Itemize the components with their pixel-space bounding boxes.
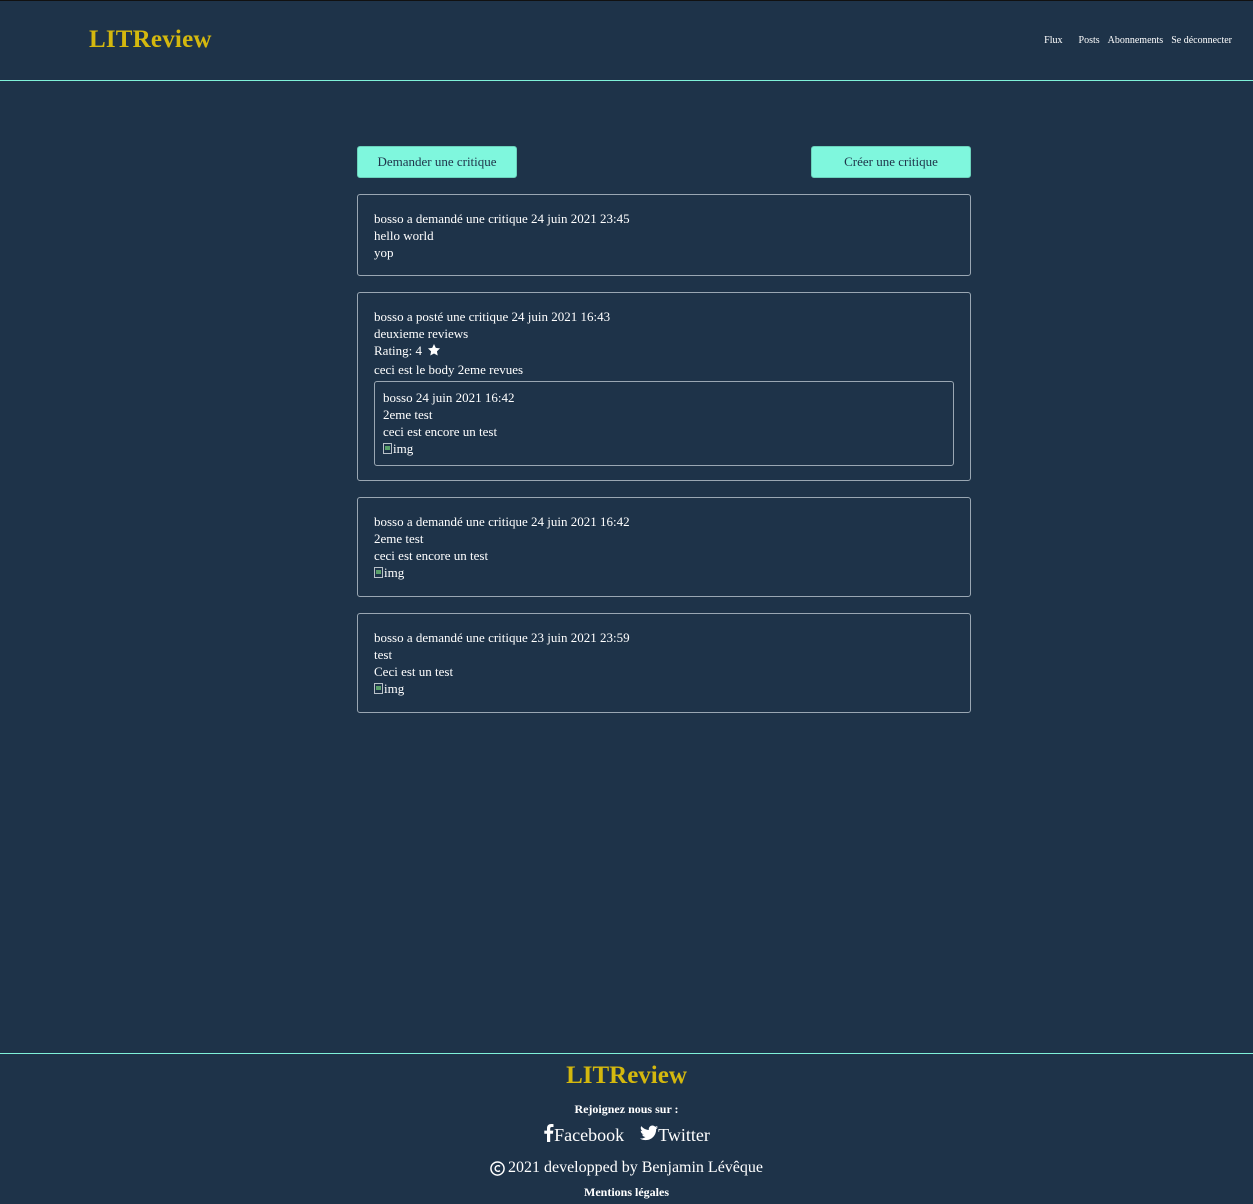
ticket-description: yop	[374, 245, 394, 260]
review-rating: Rating: 4	[374, 342, 954, 361]
star-icon	[427, 343, 441, 361]
nav-link-posts[interactable]: Posts	[1079, 35, 1100, 46]
ticket-header: bosso a demandé une critique 23 juin 202…	[374, 630, 630, 645]
embedded-ticket: bosso 24 juin 2021 16:42 2eme test ceci …	[374, 381, 954, 466]
footer-brand: LITReview	[566, 1062, 687, 1089]
broken-image-icon	[383, 443, 392, 454]
ticket-image: img	[383, 440, 413, 457]
facebook-link[interactable]: Facebook	[543, 1124, 624, 1147]
site-footer: LITReview Rejoignez nous sur : Facebook …	[0, 1053, 1253, 1204]
ticket-image: img	[374, 564, 404, 581]
ticket-card: bosso a demandé une critique 24 juin 202…	[357, 194, 971, 276]
nav-link-abonnements[interactable]: Abonnements	[1108, 35, 1164, 46]
ticket-image: img	[374, 680, 404, 697]
legal-link[interactable]: Mentions légales	[584, 1185, 669, 1199]
image-alt-text: img	[384, 565, 405, 580]
ticket-title: hello world	[374, 228, 434, 243]
image-alt-text: img	[393, 441, 414, 456]
image-alt-text: img	[384, 681, 405, 696]
review-card: bosso a posté une critique 24 juin 2021 …	[357, 292, 971, 481]
nav-link-flux[interactable]: Flux	[1044, 35, 1062, 46]
rating-label: Rating: 4	[374, 343, 423, 358]
footer-copyright: 2021 developped by Benjamin Lévêque	[0, 1159, 1253, 1177]
main-nav: Flux Posts Abonnements Se déconnecter	[1044, 35, 1232, 46]
ticket-header: bosso 24 juin 2021 16:42	[383, 390, 515, 405]
ticket-card: bosso a demandé une critique 24 juin 202…	[357, 497, 971, 597]
ticket-title: 2eme test	[374, 531, 424, 546]
twitter-label: Twitter	[658, 1125, 710, 1145]
create-review-button[interactable]: Créer une critique	[811, 146, 971, 178]
review-header: bosso a posté une critique 24 juin 2021 …	[374, 309, 611, 324]
ticket-title: 2eme test	[383, 407, 433, 422]
ticket-header: bosso a demandé une critique 24 juin 202…	[374, 211, 630, 226]
review-body: ceci est le body 2eme revues	[374, 362, 524, 377]
ticket-description: ceci est encore un test	[374, 548, 489, 563]
broken-image-icon	[374, 567, 383, 578]
ticket-header: bosso a demandé une critique 24 juin 202…	[374, 514, 630, 529]
ticket-card: bosso a demandé une critique 23 juin 202…	[357, 613, 971, 713]
ticket-description: ceci est encore un test	[383, 424, 498, 439]
brand-logo[interactable]: LITReview	[89, 26, 212, 54]
feed-actions: Demander une critique Créer une critique	[357, 146, 971, 178]
twitter-icon	[640, 1125, 659, 1146]
facebook-label: Facebook	[554, 1125, 625, 1145]
site-header: LITReview Flux Posts Abonnements Se déco…	[0, 1, 1253, 81]
copyright-text: 2021 developped by Benjamin Lévêque	[507, 1159, 764, 1176]
review-headline: deuxieme reviews	[374, 326, 469, 341]
feed-container: Demander une critique Créer une critique…	[357, 146, 971, 729]
broken-image-icon	[374, 683, 383, 694]
copyright-icon	[490, 1160, 505, 1176]
facebook-icon	[543, 1124, 554, 1147]
ticket-description: Ceci est un test	[374, 664, 454, 679]
twitter-link[interactable]: Twitter	[640, 1124, 710, 1147]
ticket-title: test	[374, 647, 393, 662]
footer-social-links: Facebook Twitter	[0, 1124, 1253, 1147]
ask-review-button[interactable]: Demander une critique	[357, 146, 517, 178]
footer-legal: Mentions légales	[0, 1185, 1253, 1200]
footer-join-text: Rejoignez nous sur :	[574, 1102, 679, 1116]
nav-link-logout[interactable]: Se déconnecter	[1171, 35, 1232, 46]
